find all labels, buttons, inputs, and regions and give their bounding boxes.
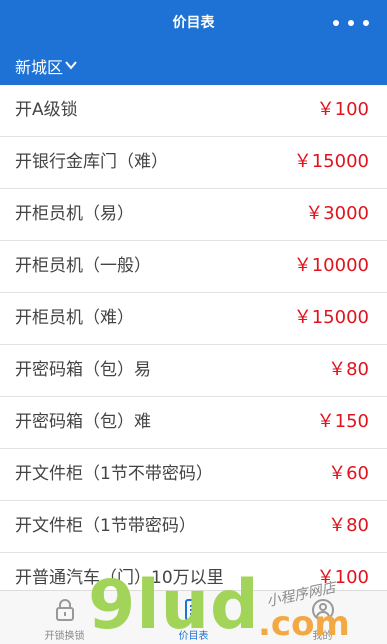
item-price: ￥15000 (293, 307, 369, 328)
item-name: 开柜员机（易） (15, 204, 134, 224)
price-list: 开A级锁 ￥100 开银行金库门（难） ￥15000 开柜员机（易） ￥3000… (0, 85, 387, 605)
list-item[interactable]: 开银行金库门（难） ￥15000 (0, 137, 387, 189)
tab-unlock[interactable]: 开锁换锁 (0, 591, 129, 644)
item-price: ￥150 (316, 411, 369, 432)
item-name: 开密码箱（包）易 (15, 360, 151, 380)
item-price: ￥60 (328, 463, 369, 484)
item-price: ￥15000 (293, 151, 369, 172)
item-price: ￥100 (316, 99, 369, 120)
profile-icon (312, 599, 334, 621)
page-title: 价目表 (172, 15, 215, 31)
dot-icon (363, 20, 369, 26)
list-item[interactable]: 开密码箱（包）难 ￥150 (0, 397, 387, 449)
list-item[interactable]: 开柜员机（难） ￥15000 (0, 293, 387, 345)
item-name: 开银行金库门（难） (15, 152, 168, 172)
price-list-icon (185, 599, 203, 621)
tab-label: 我的 (312, 631, 333, 642)
list-item[interactable]: 开密码箱（包）易 ￥80 (0, 345, 387, 397)
item-price: ￥3000 (305, 203, 369, 224)
district-selector[interactable]: 新城区 (0, 46, 387, 85)
lock-icon (56, 599, 74, 621)
more-options-button[interactable] (333, 15, 369, 31)
item-price: ￥80 (328, 515, 369, 536)
item-name: 开A级锁 (15, 100, 78, 120)
item-price: ￥80 (328, 359, 369, 380)
item-name: 开柜员机（难） (15, 308, 134, 328)
list-item[interactable]: 开柜员机（一般） ￥10000 (0, 241, 387, 293)
dot-icon (348, 20, 354, 26)
item-name: 开文件柜（1节带密码） (15, 516, 196, 536)
bottom-tab-bar: 开锁换锁 价目表 我的 (0, 590, 387, 644)
item-price: ￥10000 (293, 255, 369, 276)
list-item[interactable]: 开文件柜（1节不带密码） ￥60 (0, 449, 387, 501)
tab-price-list[interactable]: 价目表 (129, 591, 258, 644)
list-item[interactable]: 开A级锁 ￥100 (0, 85, 387, 137)
district-label: 新城区 (15, 58, 64, 77)
item-name: 开密码箱（包）难 (15, 412, 151, 432)
top-navigation-bar: 价目表 (0, 0, 387, 46)
chevron-down-icon (65, 61, 77, 70)
list-item[interactable]: 开文件柜（1节带密码） ￥80 (0, 501, 387, 553)
tab-label: 开锁换锁 (44, 631, 85, 642)
tab-profile[interactable]: 我的 (258, 591, 387, 644)
list-item[interactable]: 开柜员机（易） ￥3000 (0, 189, 387, 241)
item-name: 开文件柜（1节不带密码） (15, 464, 213, 484)
tab-label: 价目表 (178, 631, 209, 642)
dot-icon (333, 20, 339, 26)
item-name: 开柜员机（一般） (15, 256, 151, 276)
